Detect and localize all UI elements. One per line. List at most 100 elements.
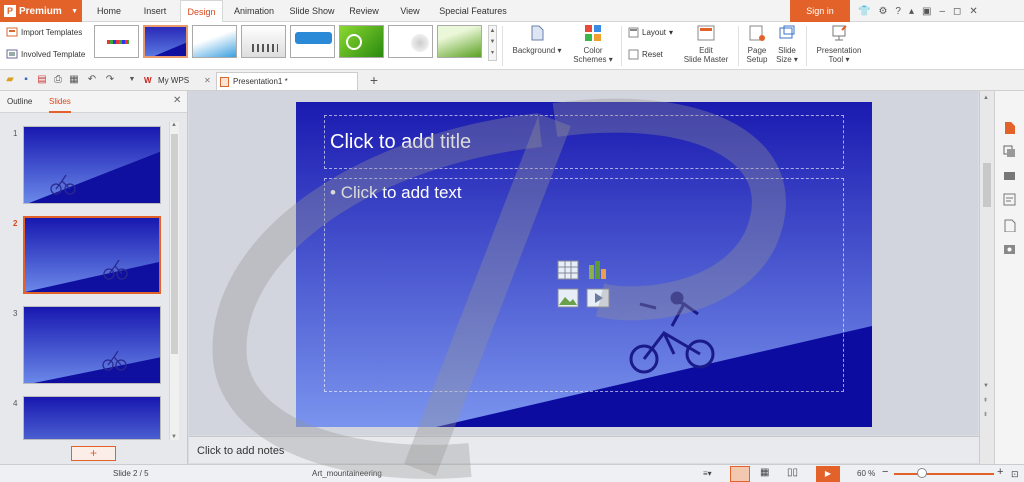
fit-window-icon[interactable]: ⊡ bbox=[1011, 469, 1019, 480]
reset-icon bbox=[628, 49, 639, 60]
skin-icon[interactable]: 👕 bbox=[858, 6, 870, 17]
template-thumb[interactable] bbox=[290, 25, 335, 58]
settings-icon[interactable]: ⚙ bbox=[878, 6, 887, 17]
redo-icon[interactable]: ↷ bbox=[104, 74, 116, 86]
page-setup-label-1: Page bbox=[747, 46, 767, 55]
play-slideshow-icon[interactable]: ▶ bbox=[816, 466, 840, 482]
open-folder-icon[interactable]: ▰ bbox=[4, 74, 16, 86]
sign-in-button[interactable]: Sign in bbox=[790, 0, 850, 22]
involved-template-button[interactable]: Involved Template bbox=[6, 48, 85, 60]
template-thumb[interactable] bbox=[339, 25, 384, 58]
template-thumb[interactable] bbox=[192, 25, 237, 58]
presentation-tool-button[interactable]: Presentation Tool ▾ bbox=[810, 24, 868, 64]
next-slide-icon[interactable]: ⇟ bbox=[983, 411, 988, 418]
zoom-slider-handle[interactable] bbox=[917, 468, 927, 478]
slide-size-button[interactable]: Slide Size ▾ bbox=[772, 24, 802, 64]
notes-toggle-icon[interactable]: ≡▾ bbox=[703, 469, 712, 478]
new-tab-icon[interactable]: + bbox=[368, 73, 380, 87]
color-schemes-icon bbox=[585, 25, 601, 41]
animation-icon[interactable] bbox=[1003, 145, 1016, 158]
add-slide-button[interactable]: + bbox=[71, 446, 116, 461]
color-schemes-button[interactable]: Color Schemes ▾ bbox=[570, 24, 616, 64]
tab-home[interactable]: Home bbox=[89, 0, 129, 22]
tab-view[interactable]: View bbox=[392, 0, 428, 22]
slide-thumbnail-image[interactable] bbox=[23, 126, 161, 204]
restore-icon[interactable]: ▣ bbox=[922, 6, 931, 17]
content-placeholder[interactable]: • Click to add text bbox=[324, 178, 844, 392]
previous-slide-icon[interactable]: ⇞ bbox=[983, 397, 988, 404]
tab-insert[interactable]: Insert bbox=[135, 0, 175, 22]
page-setup-icon bbox=[749, 25, 765, 41]
slide-sorter-icon[interactable]: ▦ bbox=[760, 467, 769, 478]
background-button[interactable]: Background ▾ bbox=[508, 24, 566, 55]
tab-outline[interactable]: Outline bbox=[7, 91, 32, 113]
slides-scrollbar[interactable]: ▲ ▼ bbox=[169, 122, 179, 440]
scroll-up-icon[interactable]: ▲ bbox=[983, 95, 989, 101]
export-pdf-icon[interactable]: ▤ bbox=[36, 74, 48, 86]
current-slide[interactable]: Click to add title • Click to add text bbox=[296, 102, 872, 427]
undo-icon[interactable]: ↶ bbox=[86, 74, 98, 86]
quick-access-toolbar: ▰ ▪ ▤ ⎙ ▦ ↶ ↷ ▼ W My WPS ✕ Presentation1… bbox=[0, 70, 1024, 91]
panel-tabs: Outline Slides ✕ bbox=[0, 91, 187, 113]
help-icon[interactable]: ? bbox=[895, 6, 901, 17]
tab-presentation1[interactable]: Presentation1 * bbox=[216, 72, 358, 90]
gallery-scroll[interactable]: ▲ ▼ ▾ bbox=[488, 25, 497, 61]
close-panel-icon[interactable]: ✕ bbox=[173, 95, 181, 106]
notes-pane[interactable]: Click to add notes bbox=[189, 436, 979, 463]
template-name: Art_mountaineering bbox=[312, 469, 382, 478]
template-thumb[interactable] bbox=[241, 25, 286, 58]
import-template-icon bbox=[6, 27, 18, 37]
scroll-down-icon[interactable]: ▼ bbox=[983, 383, 989, 389]
right-task-pane-bar bbox=[994, 91, 1024, 464]
slide-thumbnail-image[interactable] bbox=[23, 306, 161, 384]
maximize-window-icon[interactable]: ◻ bbox=[953, 6, 961, 17]
canvas-vertical-scrollbar[interactable]: ▲ ▼ ⇞ ⇟ bbox=[979, 91, 994, 464]
backup-icon[interactable] bbox=[1003, 243, 1016, 256]
minimize-window-icon[interactable]: – bbox=[939, 6, 945, 17]
tab-special-features[interactable]: Special Features bbox=[436, 0, 510, 22]
format-icon[interactable] bbox=[1003, 193, 1016, 206]
scroll-thumb[interactable] bbox=[983, 163, 991, 207]
template-thumb[interactable] bbox=[437, 25, 482, 58]
template-thumb-selected[interactable] bbox=[143, 25, 188, 58]
title-placeholder[interactable]: Click to add title bbox=[324, 115, 844, 169]
tab-slide-show[interactable]: Slide Show bbox=[285, 0, 339, 22]
normal-view-icon[interactable] bbox=[730, 466, 750, 482]
scroll-thumb[interactable] bbox=[171, 134, 178, 354]
zoom-slider[interactable] bbox=[894, 473, 994, 475]
reset-button[interactable]: Reset bbox=[628, 49, 663, 60]
template-thumb[interactable] bbox=[94, 25, 139, 58]
document-icon[interactable] bbox=[1003, 219, 1016, 232]
customize-toolbar-icon[interactable]: ▼ bbox=[126, 74, 138, 86]
slide-thumbnail-image-selected[interactable] bbox=[23, 216, 161, 294]
tab-design[interactable]: Design bbox=[180, 0, 223, 23]
slide-transition-icon[interactable] bbox=[1003, 169, 1016, 182]
premium-menu-button[interactable]: P Premium ▼ bbox=[0, 0, 82, 22]
tab-my-wps[interactable]: W My WPS ✕ bbox=[142, 72, 212, 90]
page-setup-button[interactable]: Page Setup bbox=[742, 24, 772, 64]
tab-slides[interactable]: Slides bbox=[49, 91, 71, 113]
scroll-up-icon[interactable]: ▲ bbox=[171, 122, 177, 128]
involved-template-icon bbox=[6, 49, 18, 59]
close-tab-icon[interactable]: ✕ bbox=[204, 72, 211, 90]
minimize-ribbon-icon[interactable]: ▴ bbox=[909, 6, 914, 17]
print-icon[interactable]: ⎙ bbox=[52, 74, 64, 86]
slide-size-icon bbox=[779, 25, 795, 39]
scroll-down-icon[interactable]: ▼ bbox=[171, 434, 177, 440]
reading-view-icon[interactable]: ▯▯ bbox=[787, 467, 798, 478]
page-setup-label-2: Setup bbox=[746, 55, 768, 64]
tab-animation[interactable]: Animation bbox=[228, 0, 280, 22]
zoom-in-icon[interactable]: + bbox=[997, 466, 1003, 478]
layout-label: Layout bbox=[642, 28, 667, 37]
slide-thumbnail-image[interactable] bbox=[23, 396, 161, 440]
save-icon[interactable]: ▪ bbox=[20, 74, 32, 86]
print-preview-icon[interactable]: ▦ bbox=[68, 74, 80, 86]
zoom-out-icon[interactable]: − bbox=[882, 466, 888, 478]
new-file-icon[interactable] bbox=[1003, 121, 1016, 134]
close-window-icon[interactable]: ✕ bbox=[969, 6, 977, 17]
import-templates-button[interactable]: Import Templates bbox=[6, 26, 82, 38]
tab-review[interactable]: Review bbox=[344, 0, 384, 22]
layout-button[interactable]: Layout ▾ bbox=[628, 27, 673, 38]
template-thumb[interactable] bbox=[388, 25, 433, 58]
edit-slide-master-button[interactable]: Edit Slide Master bbox=[680, 24, 732, 64]
